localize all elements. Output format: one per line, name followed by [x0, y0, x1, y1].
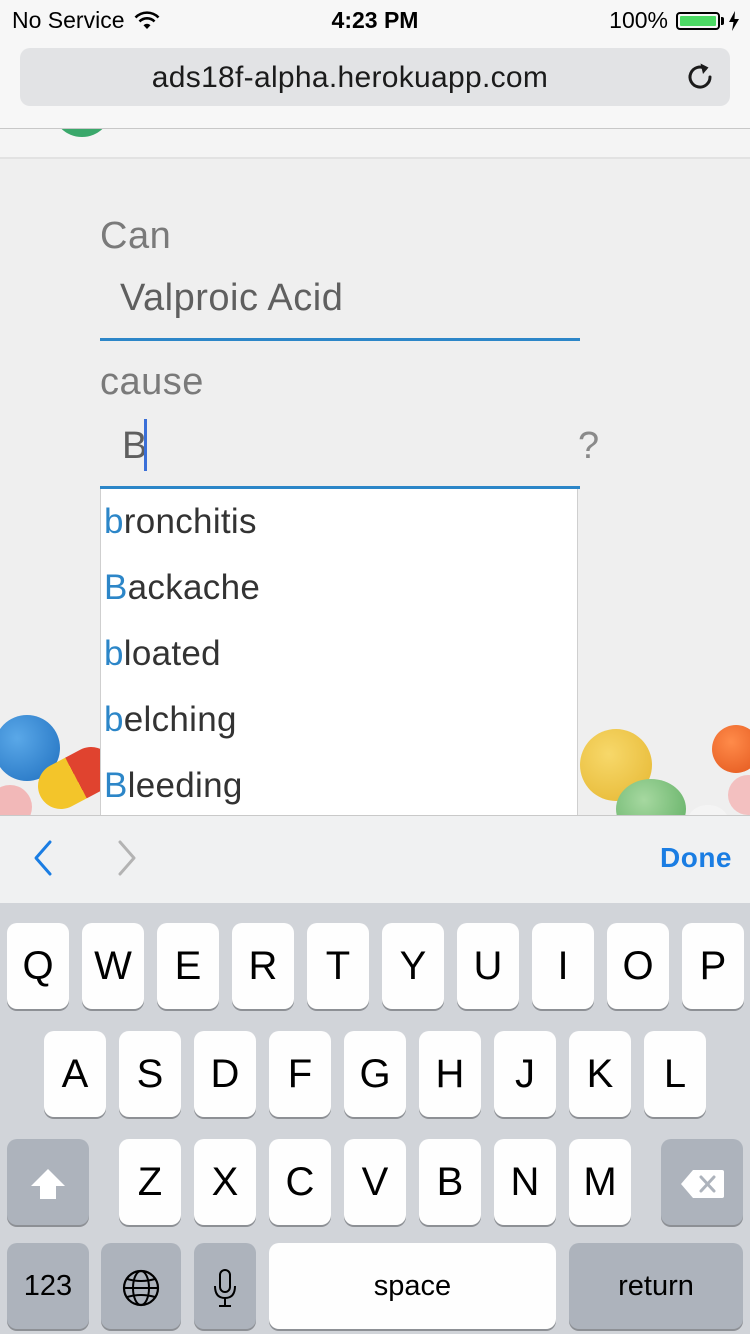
key-z[interactable]: Z [119, 1139, 181, 1225]
drug-label: Can [100, 215, 172, 257]
keyboard: Q W E R T Y U I O P A S D F G H J K L Z … [0, 903, 750, 1334]
globe-key[interactable] [101, 1243, 181, 1329]
keyboard-accessory-bar: Done [0, 815, 750, 903]
key-q[interactable]: Q [7, 923, 69, 1009]
shift-icon [31, 1169, 65, 1200]
key-j[interactable]: J [494, 1031, 556, 1117]
key-w[interactable]: W [82, 923, 144, 1009]
page-header-strip [0, 129, 750, 159]
question-mark: ? [578, 425, 600, 467]
globe-icon [122, 1270, 160, 1307]
url-text[interactable]: ads18f-alpha.herokuapp.com [20, 61, 680, 95]
key-y[interactable]: Y [382, 923, 444, 1009]
suggestion-item[interactable]: Backache [101, 555, 577, 621]
key-m[interactable]: M [569, 1139, 631, 1225]
status-bar: No Service 4:23 PM 100% [0, 0, 750, 40]
web-page: Can Valproic Acid cause B ? bronchitis B… [0, 129, 750, 815]
text-cursor [144, 419, 147, 471]
microphone-icon [214, 1269, 236, 1308]
key-k[interactable]: K [569, 1031, 631, 1117]
status-right: 100% [609, 7, 740, 34]
key-a[interactable]: A [44, 1031, 106, 1117]
key-v[interactable]: V [344, 1139, 406, 1225]
key-b[interactable]: B [419, 1139, 481, 1225]
delete-key[interactable] [661, 1139, 743, 1225]
numbers-key[interactable]: 123 [7, 1243, 89, 1329]
cause-label: cause [100, 361, 204, 403]
pill-image [728, 775, 750, 815]
key-p[interactable]: P [682, 923, 744, 1009]
drug-input[interactable]: Valproic Acid [100, 265, 580, 341]
return-key[interactable]: return [569, 1243, 743, 1329]
backspace-icon [681, 1170, 724, 1199]
shift-key[interactable] [7, 1139, 89, 1225]
key-f[interactable]: F [269, 1031, 331, 1117]
autocomplete-dropdown: bronchitis Backache bloated belching Ble… [100, 489, 578, 815]
suggestion-item[interactable]: Bleeding [101, 753, 577, 815]
battery-percent: 100% [609, 7, 668, 33]
reload-icon[interactable] [684, 61, 716, 93]
pill-image [712, 725, 750, 773]
battery-tip [721, 16, 724, 25]
pill-image [0, 785, 32, 815]
key-c[interactable]: C [269, 1139, 331, 1225]
browser-toolbar: ads18f-alpha.herokuapp.com [0, 40, 750, 129]
address-bar[interactable]: ads18f-alpha.herokuapp.com [20, 48, 730, 106]
key-r[interactable]: R [232, 923, 294, 1009]
pill-image [688, 805, 728, 815]
key-e[interactable]: E [157, 923, 219, 1009]
key-n[interactable]: N [494, 1139, 556, 1225]
drug-input-value[interactable]: Valproic Acid [120, 277, 343, 320]
space-key[interactable]: space [269, 1243, 556, 1329]
cause-input[interactable]: B [100, 409, 580, 489]
key-h[interactable]: H [419, 1031, 481, 1117]
battery-icon [676, 11, 720, 30]
charging-icon [729, 10, 739, 31]
mic-key[interactable] [194, 1243, 256, 1329]
chevron-left-icon[interactable] [28, 838, 58, 878]
chevron-right-icon[interactable] [112, 838, 142, 878]
key-u[interactable]: U [457, 923, 519, 1009]
key-l[interactable]: L [644, 1031, 706, 1117]
done-button[interactable]: Done [660, 842, 732, 874]
suggestion-item[interactable]: bloated [101, 621, 577, 687]
key-d[interactable]: D [194, 1031, 256, 1117]
key-g[interactable]: G [344, 1031, 406, 1117]
suggestion-item[interactable]: bronchitis [101, 489, 577, 555]
suggestion-item[interactable]: belching [101, 687, 577, 753]
key-x[interactable]: X [194, 1139, 256, 1225]
key-t[interactable]: T [307, 923, 369, 1009]
key-s[interactable]: S [119, 1031, 181, 1117]
key-o[interactable]: O [607, 923, 669, 1009]
key-i[interactable]: I [532, 923, 594, 1009]
